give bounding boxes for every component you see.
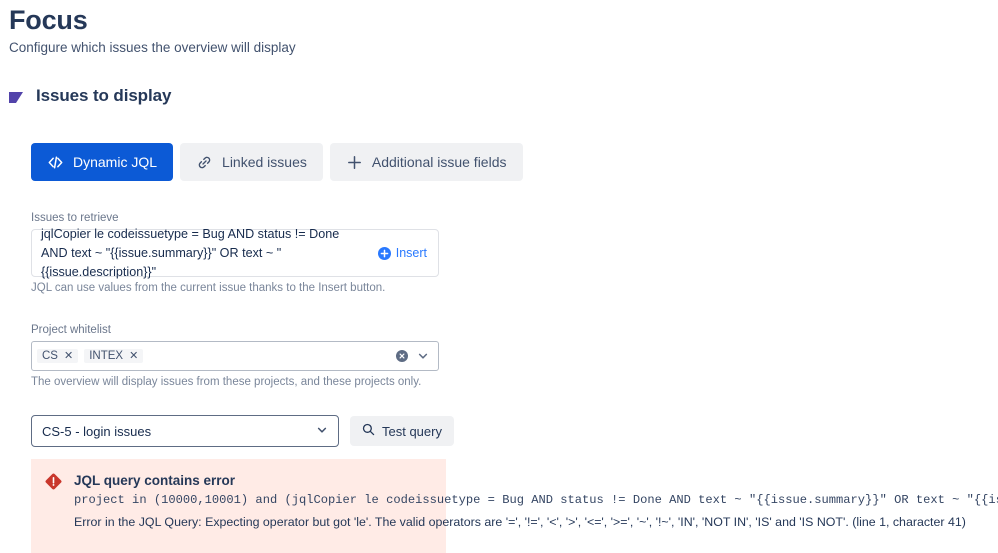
- clear-circle-icon[interactable]: [396, 350, 408, 362]
- link-icon: [196, 154, 213, 171]
- section-title: Issues to display: [36, 86, 172, 105]
- close-x-icon[interactable]: ✕: [64, 350, 73, 362]
- project-whitelist-chips: CS ✕ INTEX ✕: [37, 349, 396, 363]
- test-issue-select[interactable]: CS-5 - login issues: [31, 415, 339, 447]
- jql-helper-text: JQL can use values from the current issu…: [31, 282, 386, 294]
- error-diamond-icon: [45, 473, 62, 490]
- project-whitelist-helper-text: The overview will display issues from th…: [31, 376, 422, 388]
- issue-source-tabs: Dynamic JQL Linked issues Additional iss…: [31, 143, 523, 181]
- chip-label: CS: [42, 350, 58, 362]
- insert-button[interactable]: Insert: [374, 246, 438, 260]
- tab-label: Linked issues: [222, 154, 307, 170]
- issues-to-retrieve-label: Issues to retrieve: [31, 212, 119, 224]
- tab-dynamic-jql[interactable]: Dynamic JQL: [31, 143, 174, 181]
- tab-additional-issue-fields[interactable]: Additional issue fields: [329, 143, 523, 181]
- test-issue-select-value: CS-5 - login issues: [42, 423, 152, 439]
- jql-input[interactable]: jqlCopier le codeissuetype = Bug AND sta…: [31, 227, 439, 279]
- project-whitelist-select[interactable]: CS ✕ INTEX ✕: [31, 341, 439, 371]
- jql-error-query: project in (10000,10001) and (jqlCopier …: [74, 493, 998, 507]
- triangle-collapse-icon[interactable]: [9, 91, 23, 103]
- tab-label: Additional issue fields: [371, 154, 507, 170]
- insert-button-label: Insert: [395, 246, 427, 260]
- chip-label: INTEX: [89, 350, 124, 362]
- project-whitelist-label: Project whitelist: [31, 324, 111, 336]
- code-icon: [47, 154, 64, 171]
- tab-linked-issues[interactable]: Linked issues: [180, 143, 323, 181]
- close-x-icon[interactable]: ✕: [129, 350, 138, 362]
- chip-project[interactable]: INTEX ✕: [84, 349, 144, 363]
- chevron-down-icon[interactable]: [417, 350, 429, 362]
- jql-input-value[interactable]: jqlCopier le codeissuetype = Bug AND sta…: [32, 225, 374, 282]
- page-title: Focus: [9, 5, 88, 35]
- jql-error-detail: Error in the JQL Query: Expecting operat…: [74, 515, 966, 529]
- plus-circle-icon: [377, 246, 391, 260]
- test-query-button-label: Test query: [382, 423, 442, 439]
- plus-icon: [346, 154, 363, 171]
- chip-project[interactable]: CS ✕: [37, 349, 79, 363]
- page-subtitle: Configure which issues the overview will…: [9, 40, 296, 55]
- chevron-down-icon[interactable]: [316, 424, 328, 439]
- issues-to-display-section-heading[interactable]: Issues to display: [9, 86, 171, 106]
- test-query-button[interactable]: Test query: [350, 416, 454, 446]
- jql-error-title: JQL query contains error: [74, 473, 236, 488]
- select-actions: [396, 350, 433, 362]
- search-icon: [362, 423, 375, 439]
- tab-label: Dynamic JQL: [73, 154, 158, 170]
